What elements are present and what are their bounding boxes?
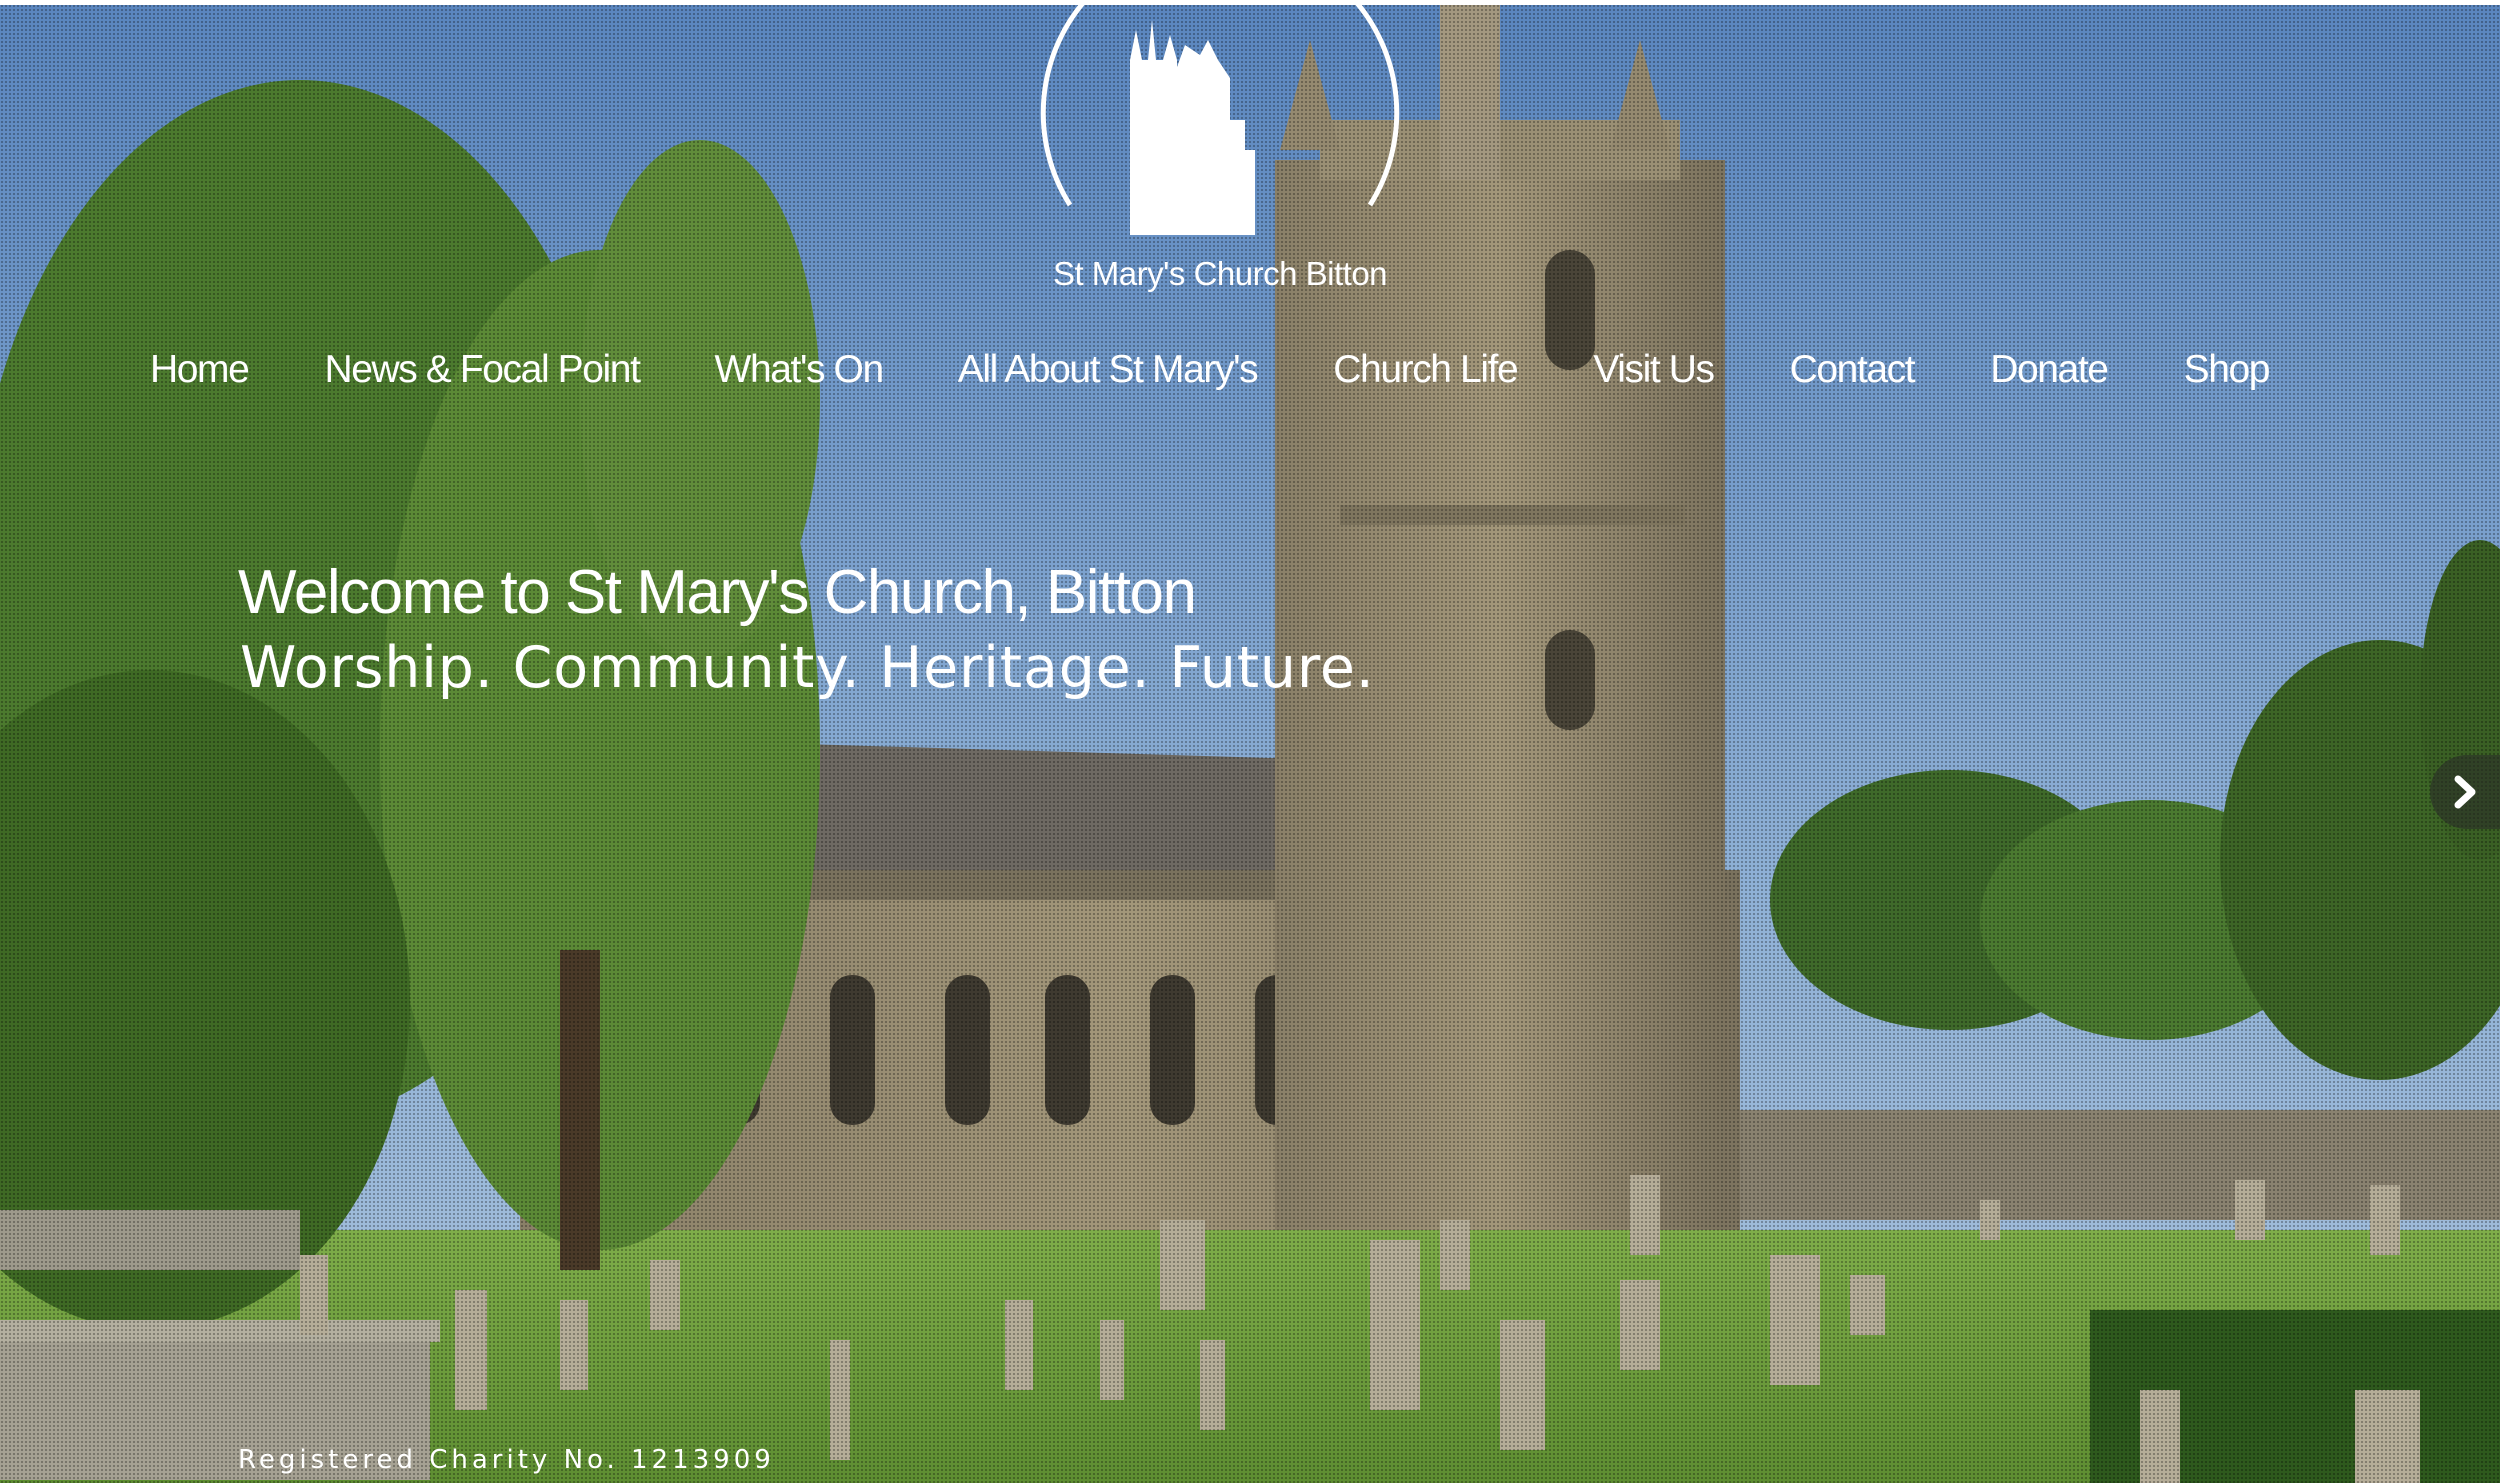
nav-church-life[interactable]: Church Life <box>1333 340 1518 400</box>
church-logo-icon <box>1040 0 1400 235</box>
nav-news-focal-point[interactable]: News & Focal Point <box>324 340 641 400</box>
nav-all-about[interactable]: All About St Mary's <box>958 340 1259 400</box>
site-logo[interactable]: St Mary's Church Bitton <box>1030 0 1410 300</box>
chevron-right-icon <box>2454 775 2476 809</box>
hero-caption: Welcome to St Mary's Church, Bitton Wors… <box>238 555 1375 703</box>
hero-subtitle: Worship. Community. Heritage. Future. <box>240 635 1375 701</box>
hero-title: Welcome to St Mary's Church, Bitton <box>238 558 1197 627</box>
slider-next-button[interactable] <box>2430 755 2500 829</box>
hero-slider: St Mary's Church Bitton Home News & Foca… <box>0 0 2500 1483</box>
main-navigation: Home News & Focal Point What's On All Ab… <box>150 340 2271 400</box>
logo-text: St Mary's Church Bitton <box>1052 255 1388 292</box>
nav-donate[interactable]: Donate <box>1990 340 2109 400</box>
nav-home[interactable]: Home <box>150 340 250 400</box>
nav-shop[interactable]: Shop <box>2184 340 2271 400</box>
nav-whats-on[interactable]: What's On <box>715 340 885 400</box>
nav-contact[interactable]: Contact <box>1790 340 1916 400</box>
nav-visit-us[interactable]: Visit Us <box>1593 340 1715 400</box>
charity-number: Registered Charity No. 1213909 <box>238 1445 775 1475</box>
